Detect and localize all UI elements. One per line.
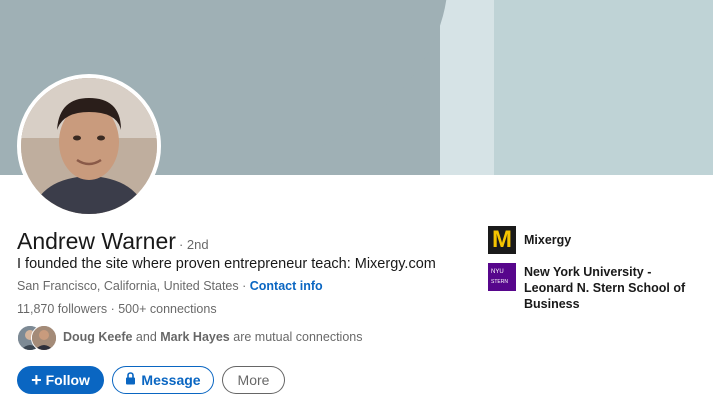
connection-degree: · 2nd: [178, 237, 209, 252]
mutual-person-1[interactable]: Doug Keefe: [63, 330, 132, 344]
org-name: New York University - Leonard N. Stern S…: [524, 265, 686, 311]
profile-avatar[interactable]: [17, 74, 161, 218]
mutual-conj: and: [132, 330, 161, 344]
mixergy-logo: M: [488, 226, 516, 254]
education-item-nyu[interactable]: NYU STERN New York University - Leonard …: [488, 263, 703, 312]
location-row: San Francisco, California, United States…: [17, 279, 323, 293]
contact-info-link[interactable]: Contact info: [250, 279, 323, 293]
profile-location: San Francisco, California, United States: [17, 279, 239, 293]
mutual-connections[interactable]: Doug Keefe and Mark Hayes are mutual con…: [17, 324, 363, 351]
experience-item-mixergy[interactable]: M Mixergy: [488, 226, 703, 254]
plus-icon: +: [31, 370, 42, 390]
message-label: Message: [141, 372, 201, 388]
org-name: Mixergy: [524, 233, 572, 247]
mutual-avatars: [17, 324, 57, 351]
banner-stripe-right: [494, 0, 713, 175]
nyu-stern-logo: NYU STERN: [488, 263, 516, 291]
message-button[interactable]: Message: [112, 366, 214, 394]
more-button[interactable]: More: [222, 366, 285, 394]
profile-photo: [21, 78, 157, 214]
follow-label: Follow: [45, 372, 90, 388]
connections-count[interactable]: 500+ connections: [118, 302, 216, 316]
profile-headline: I founded the site where proven entrepre…: [17, 256, 436, 272]
avatar: [31, 325, 57, 351]
mutual-person-2[interactable]: Mark Hayes: [160, 330, 230, 344]
more-label: More: [237, 372, 270, 388]
profile-name: Andrew Warner: [17, 228, 176, 254]
lock-icon: [125, 372, 136, 388]
separator: ·: [238, 279, 250, 293]
experience-education-list: M Mixergy NYU STERN New York University …: [488, 226, 703, 321]
follow-button[interactable]: + Follow: [17, 366, 104, 394]
mutual-suffix: are mutual connections: [229, 330, 363, 344]
profile-actions: + Follow Message More: [17, 366, 285, 394]
name-row: Andrew Warner · 2nd: [17, 228, 209, 255]
stats-row: 11,870 followers · 500+ connections: [17, 302, 217, 316]
followers-count[interactable]: 11,870 followers: [17, 302, 107, 316]
